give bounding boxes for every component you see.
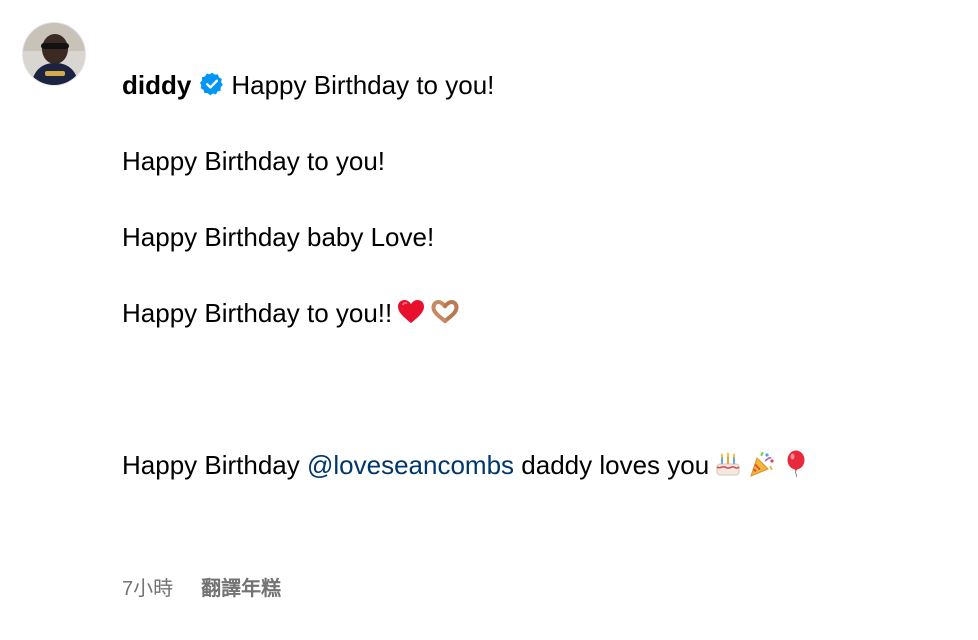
red-heart-icon	[396, 297, 426, 327]
comment-line-1: Happy Birthday to you!	[231, 70, 495, 100]
verified-badge-icon	[199, 69, 225, 96]
avatar[interactable]	[22, 22, 86, 86]
comment-item: diddy Happy Birthday to you! Happy Birthd…	[22, 22, 952, 640]
comment-first-line: diddy Happy Birthday to you!	[122, 66, 811, 104]
birthday-cake-icon	[713, 449, 743, 479]
balloon-icon	[781, 449, 811, 479]
comment-body: diddy Happy Birthday to you! Happy Birthd…	[122, 28, 811, 640]
comment-last-suffix: daddy loves you	[514, 450, 710, 480]
comment-last-prefix: Happy Birthday	[122, 450, 307, 480]
translate-button[interactable]: 翻譯年糕	[201, 576, 281, 602]
comment-line-3: Happy Birthday baby Love!	[122, 222, 435, 252]
avatar-image	[23, 23, 85, 85]
comment-line-4: Happy Birthday to you!!	[122, 298, 393, 328]
timestamp-link[interactable]: 7小時	[122, 576, 173, 602]
heart-hands-icon	[430, 297, 460, 327]
comment-meta: 7小時 翻譯年糕	[122, 576, 811, 602]
party-popper-icon	[747, 449, 777, 479]
comment-blank-line	[122, 370, 811, 408]
username-link[interactable]: diddy	[122, 70, 191, 100]
comment-last-line: Happy Birthday @loveseancombs daddy love…	[122, 446, 811, 484]
mention-link[interactable]: @loveseancombs	[307, 450, 514, 480]
comment-line-4-row: Happy Birthday to you!!	[122, 294, 811, 332]
comment-line-2: Happy Birthday to you!	[122, 146, 386, 176]
